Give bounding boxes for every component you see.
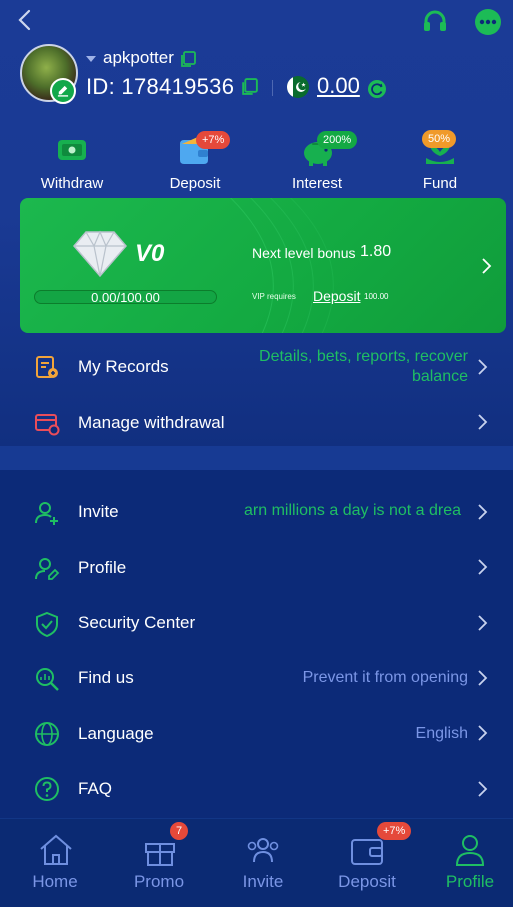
edit-avatar-icon[interactable]: [50, 78, 76, 104]
divider: [272, 80, 273, 96]
nav-home-label[interactable]: Home: [10, 872, 100, 892]
promo-badge: 7: [170, 822, 189, 840]
faq-chevron-icon[interactable]: [475, 780, 489, 798]
deposit-nav-badge: +7%: [377, 822, 412, 840]
copy-icon[interactable]: [179, 50, 197, 68]
my-records-hint-line2: balance: [411, 368, 468, 385]
shield-check-icon: [36, 611, 58, 637]
caret-down-icon[interactable]: [85, 54, 97, 64]
copy-id-icon[interactable]: [240, 77, 259, 96]
profile-edit-icon: [35, 558, 60, 580]
next-level-bonus-value: 1.80: [360, 243, 392, 260]
interest-badge: 200%: [317, 131, 358, 149]
section-separator: [0, 446, 513, 470]
records-icon: [36, 356, 58, 378]
back-arrow-icon[interactable]: [14, 8, 36, 32]
balance-amount: 0.00: [317, 73, 360, 98]
invite-user-icon: [35, 502, 58, 525]
find-us-icon: [36, 668, 59, 691]
nav-profile-label[interactable]: Profile: [425, 872, 513, 892]
faq-label[interactable]: FAQ: [78, 779, 112, 799]
username: apkpotter: [103, 48, 174, 67]
deposit-label[interactable]: Deposit: [140, 175, 250, 192]
vip-requires-amount: 100.00: [364, 292, 389, 301]
nav-promo-label[interactable]: Promo: [114, 872, 204, 892]
security-center-label[interactable]: Security Center: [78, 613, 195, 633]
home-icon[interactable]: [37, 832, 75, 868]
nav-invite-label[interactable]: Invite: [218, 872, 308, 892]
people-icon[interactable]: [244, 832, 282, 868]
person-icon[interactable]: [451, 832, 489, 868]
invite-label[interactable]: Invite: [78, 502, 119, 522]
user-id: ID: 178419536: [86, 74, 235, 99]
find-us-label[interactable]: Find us: [78, 668, 134, 688]
refresh-icon[interactable]: [367, 79, 387, 99]
more-options-icon[interactable]: [474, 8, 502, 36]
vip-requires-label: VIP requires: [252, 292, 296, 301]
find-us-chevron-icon[interactable]: [475, 669, 489, 687]
headset-icon[interactable]: [421, 8, 449, 36]
manage-withdrawal-label[interactable]: Manage withdrawal: [78, 413, 224, 433]
language-chevron-icon[interactable]: [475, 724, 489, 742]
language-value: English: [415, 725, 468, 742]
vip-progress-text: 0.00/100.00: [91, 290, 160, 305]
card-settings-icon: [35, 414, 60, 436]
profile-chevron-icon[interactable]: [475, 558, 489, 576]
vip-deposit-link[interactable]: Deposit: [313, 288, 360, 304]
fund-badge: 50%: [422, 130, 457, 148]
withdraw-label[interactable]: Withdraw: [17, 175, 127, 192]
language-label[interactable]: Language: [78, 724, 154, 744]
fund-label[interactable]: Fund: [385, 175, 495, 192]
help-icon: [35, 777, 59, 801]
invite-chevron-icon[interactable]: [475, 503, 489, 521]
profile-label[interactable]: Profile: [78, 558, 126, 578]
withdraw-icon[interactable]: [52, 130, 92, 170]
nav-deposit-label[interactable]: Deposit: [322, 872, 412, 892]
my-records-chevron-icon[interactable]: [475, 358, 489, 376]
globe-icon: [35, 722, 59, 746]
find-us-hint: Prevent it from opening: [302, 669, 468, 686]
vip-diamond-icon: [73, 230, 127, 278]
pakistan-flag-icon: [287, 76, 309, 98]
my-records-label[interactable]: My Records: [78, 357, 169, 377]
next-level-bonus-label: Next level bonus: [252, 245, 356, 261]
deposit-badge: +7%: [196, 131, 231, 149]
security-center-chevron-icon[interactable]: [475, 614, 489, 632]
vip-chevron-icon[interactable]: [480, 257, 492, 275]
invite-marquee-text: arn millions a day is not a drea: [244, 502, 461, 519]
interest-label[interactable]: Interest: [262, 175, 372, 192]
my-records-hint-line1: Details, bets, reports, recover: [259, 348, 468, 365]
manage-withdrawal-chevron-icon[interactable]: [475, 413, 489, 431]
vip-level: V0: [135, 240, 165, 267]
